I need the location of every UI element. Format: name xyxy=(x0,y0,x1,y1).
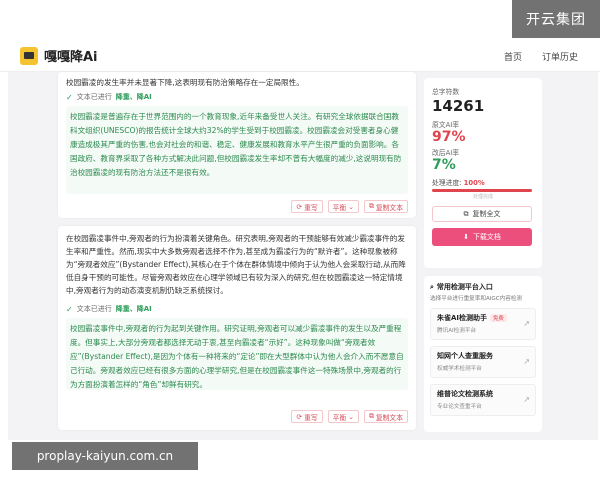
refresh-icon: ⟳ xyxy=(296,202,303,211)
style-label: 平衡 xyxy=(332,413,347,422)
copy-all-button[interactable]: ⧉ 复制全文 xyxy=(432,206,532,222)
copy-icon: ⧉ xyxy=(463,209,469,218)
external-link-icon[interactable]: ↗ xyxy=(523,357,530,366)
total-chars-label: 总字符数 xyxy=(432,88,460,96)
stats-panel: 总字符数 14261 原文AI率 97% 改后AI率 7% 处理进度: 100%… xyxy=(424,78,542,268)
download-icon: ⬇ xyxy=(463,233,469,241)
platform-name-text: 朱雀AI检测助手 xyxy=(437,314,488,322)
platforms-title-text: 常用检测平台入口 xyxy=(436,283,493,291)
copy-icon: ⧉ xyxy=(368,202,374,210)
platform-desc: 专业论文查重平台 xyxy=(437,404,482,410)
status-prefix: 文本已进行 xyxy=(76,305,112,313)
new-ai-value: 7% xyxy=(432,157,456,173)
check-icon: ✓ xyxy=(66,92,73,102)
platform-item[interactable]: 维普论文检测系统 专业论文查重平台 ↗ xyxy=(430,384,536,416)
orig-ai-value: 97% xyxy=(432,129,466,145)
platform-name: 维普论文检测系统 xyxy=(437,390,493,398)
copy-label: 复制文本 xyxy=(375,413,403,422)
platforms-panel: ⌕ 常用检测平台入口 选择平台进行重复率和AIGC内容检测 朱雀AI检测助手 免费… xyxy=(424,276,542,432)
platform-item[interactable]: 朱雀AI检测助手 免费 腾讯AI检测平台 ↗ xyxy=(430,308,536,340)
watermark-bottom: proplay-kaiyun.com.cn xyxy=(12,442,198,470)
status-line: ✓ 文本已进行 降重、降AI xyxy=(58,92,416,102)
top-nav: 首页 订单历史 xyxy=(504,50,578,63)
progress-value: 100% xyxy=(463,179,485,187)
platform-item[interactable]: 知网个人查重服务 权威学术检测平台 ↗ xyxy=(430,346,536,378)
external-link-icon[interactable]: ↗ xyxy=(523,395,530,404)
paragraph-card: 校园霸凌的发生率并未显著下降,这表明现有防治策略存在一定局限性。 ✓ 文本已进行… xyxy=(58,72,416,218)
logo-text: 嘎嘎降Ai xyxy=(44,50,98,65)
copy-text-button[interactable]: ⧉ 复制文本 xyxy=(363,200,408,213)
progress-sub: 处理完成 xyxy=(472,194,493,200)
external-link-icon[interactable]: ↗ xyxy=(523,319,530,328)
original-text: 在校园霸凌事件中,旁观者的行为扮演着关键角色。研究表明,旁观者的干预能够有效减少… xyxy=(66,234,406,295)
watermark-top: 开云集团 xyxy=(512,0,600,38)
progress-label: 处理进度: xyxy=(432,179,462,187)
chevron-down-icon: ⌄ xyxy=(348,202,354,211)
progress-bar xyxy=(432,189,532,192)
copy-icon: ⧉ xyxy=(368,412,374,420)
chevron-down-icon: ⌄ xyxy=(348,412,354,421)
copy-label: 复制文本 xyxy=(375,203,403,212)
rewrite-button[interactable]: ⟳ 重写 xyxy=(291,410,323,423)
app-header: 嘎嘎降Ai 首页 订单历史 xyxy=(0,38,600,72)
copy-all-label: 复制全文 xyxy=(472,210,501,218)
platforms-subtitle: 选择平台进行重复率和AIGC内容检测 xyxy=(430,296,523,302)
check-icon: ✓ xyxy=(66,304,73,314)
status-line: ✓ 文本已进行 降重、降AI xyxy=(58,304,416,314)
rewrite-label: 重写 xyxy=(304,413,318,422)
rewritten-text: 校园霸凌事件中,旁观者的行为起到关键作用。研究证明,旁观者可以减少霸凌事件的发生… xyxy=(66,318,408,390)
platform-name: 朱雀AI检测助手 免费 xyxy=(437,313,529,323)
copy-text-button[interactable]: ⧉ 复制文本 xyxy=(363,410,408,423)
platforms-title: ⌕ 常用检测平台入口 xyxy=(430,282,536,292)
card-actions: ⟳ 重写 平衡 ⌄ ⧉ 复制文本 xyxy=(291,410,408,423)
status-mode: 降重、降AI xyxy=(115,93,152,101)
rewrite-button[interactable]: ⟳ 重写 xyxy=(291,200,323,213)
search-icon: ⌕ xyxy=(430,282,434,291)
total-chars-value: 14261 xyxy=(432,97,485,115)
paragraph-card: 在校园霸凌事件中,旁观者的行为扮演着关键角色。研究表明,旁观者的干预能够有效减少… xyxy=(58,226,416,430)
status-mode: 降重、降AI xyxy=(115,305,152,313)
status-prefix: 文本已进行 xyxy=(76,93,112,101)
nav-order-history[interactable]: 订单历史 xyxy=(542,50,578,63)
progress-line: 处理进度: 100% xyxy=(432,177,534,187)
platform-desc: 腾讯AI检测平台 xyxy=(437,328,477,334)
style-select[interactable]: 平衡 ⌄ xyxy=(327,200,359,213)
platform-name: 知网个人查重服务 xyxy=(437,352,493,360)
nav-home[interactable]: 首页 xyxy=(504,50,522,63)
style-select[interactable]: 平衡 ⌄ xyxy=(327,410,359,423)
orig-ai-label: 原文AI率 xyxy=(432,121,460,129)
platform-desc: 权威学术检测平台 xyxy=(437,366,482,372)
logo-icon xyxy=(20,46,38,65)
free-badge: 免费 xyxy=(490,314,507,322)
style-label: 平衡 xyxy=(332,203,347,212)
refresh-icon: ⟳ xyxy=(296,412,303,421)
original-text: 校园霸凌的发生率并未显著下降,这表明现有防治策略存在一定局限性。 xyxy=(66,78,304,87)
logo[interactable]: 嘎嘎降Ai xyxy=(20,46,98,65)
rewrite-label: 重写 xyxy=(304,203,318,212)
page: 嘎嘎降Ai 首页 订单历史 开云集团 校园霸凌的发生率并未显著下降,这表明现有防… xyxy=(0,0,600,480)
card-actions: ⟳ 重写 平衡 ⌄ ⧉ 复制文本 xyxy=(291,200,408,213)
download-button[interactable]: ⬇ 下载文档 xyxy=(432,228,532,246)
download-label: 下载文档 xyxy=(472,233,501,241)
new-ai-label: 改后AI率 xyxy=(432,149,460,157)
rewritten-text: 校园霸凌是普遍存在于世界范围内的一个教育现象,近年来备受世人关注。有研究全球依据… xyxy=(66,106,408,194)
